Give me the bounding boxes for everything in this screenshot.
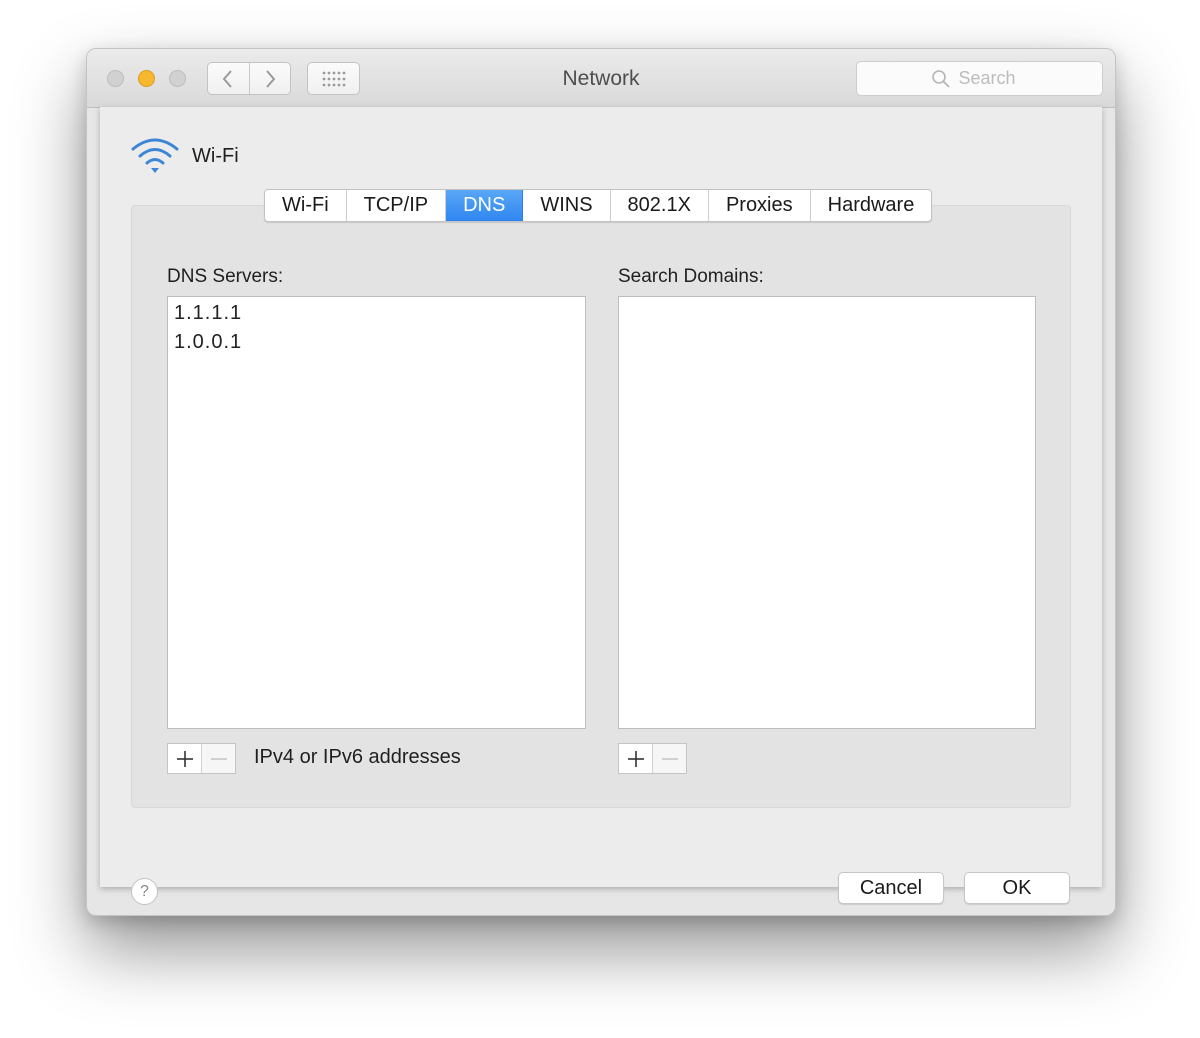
add-dns-server-button[interactable]: [168, 744, 202, 773]
help-button[interactable]: ?: [131, 878, 158, 905]
tab-hardware[interactable]: Hardware: [811, 190, 932, 221]
chevron-right-icon: [265, 69, 276, 88]
settings-panel: DNS Servers: 1.1.1.11.0.0.1 IPv4 or IPv: [131, 205, 1071, 808]
plus-icon: [627, 750, 644, 767]
tab-proxies[interactable]: Proxies: [709, 190, 811, 221]
show-all-button[interactable]: [307, 62, 360, 95]
dns-settings-sheet: Wi-Fi DNS Servers: 1.1.1.1 1.0.0.1 IPv4 …: [100, 107, 1102, 905]
minus-icon: [210, 757, 227, 760]
remove-search-domain-button[interactable]: [653, 744, 686, 773]
add-search-domain-button[interactable]: [619, 744, 653, 773]
tab-bar: Wi-Fi TCP/IP DNS WINS 802.1X Proxies Hardware: [264, 189, 933, 222]
search-icon: [931, 69, 950, 88]
dns-server-row[interactable]: 1.0.0.1: [168, 328, 585, 357]
cancel-button[interactable]: Cancel: [838, 872, 944, 904]
domain-add-remove: [618, 743, 687, 774]
zoom-window-button[interactable]: [169, 70, 186, 87]
plus-icon: [176, 750, 193, 767]
dns-add-remove: [167, 743, 236, 774]
service-name: Wi-Fi: [192, 144, 239, 167]
dns-servers-label: DNS Servers:: [167, 266, 284, 287]
forward-button[interactable]: [250, 63, 291, 94]
back-button[interactable]: [208, 63, 250, 94]
wifi-icon: [131, 138, 179, 173]
grid-icon: [322, 71, 345, 86]
tab-wins[interactable]: WINS: [523, 190, 611, 221]
chevron-left-icon: [222, 69, 233, 88]
search-domains-label: Search Domains:: [618, 266, 764, 287]
search-input[interactable]: [958, 68, 1029, 89]
tab-wi-fi[interactable]: Wi-Fi: [265, 190, 347, 221]
close-window-button[interactable]: [107, 70, 124, 87]
remove-dns-server-button[interactable]: [202, 744, 235, 773]
search-domains-list[interactable]: [618, 296, 1036, 729]
navigation-buttons: [207, 62, 291, 95]
tab-tcp-ip[interactable]: TCP/IP: [347, 190, 447, 221]
network-window: Network Wi-Fi DNS Servers:: [86, 48, 1116, 916]
search-field[interactable]: [856, 61, 1103, 96]
minimize-window-button[interactable]: [138, 70, 155, 87]
ok-button[interactable]: OK: [964, 872, 1070, 904]
dns-servers-list[interactable]: 1.1.1.1 1.0.0.1: [167, 296, 586, 729]
dns-hint: IPv4 or IPv6 addresses: [254, 746, 461, 768]
dns-server-row[interactable]: 1.1.1.1: [168, 299, 585, 328]
minus-icon: [661, 757, 678, 760]
service-header: Wi-Fi: [130, 137, 239, 175]
tab-dns[interactable]: DNS: [446, 190, 524, 221]
tab-802-1x[interactable]: 802.1X: [611, 190, 709, 221]
title-bar: Network: [87, 49, 1115, 108]
